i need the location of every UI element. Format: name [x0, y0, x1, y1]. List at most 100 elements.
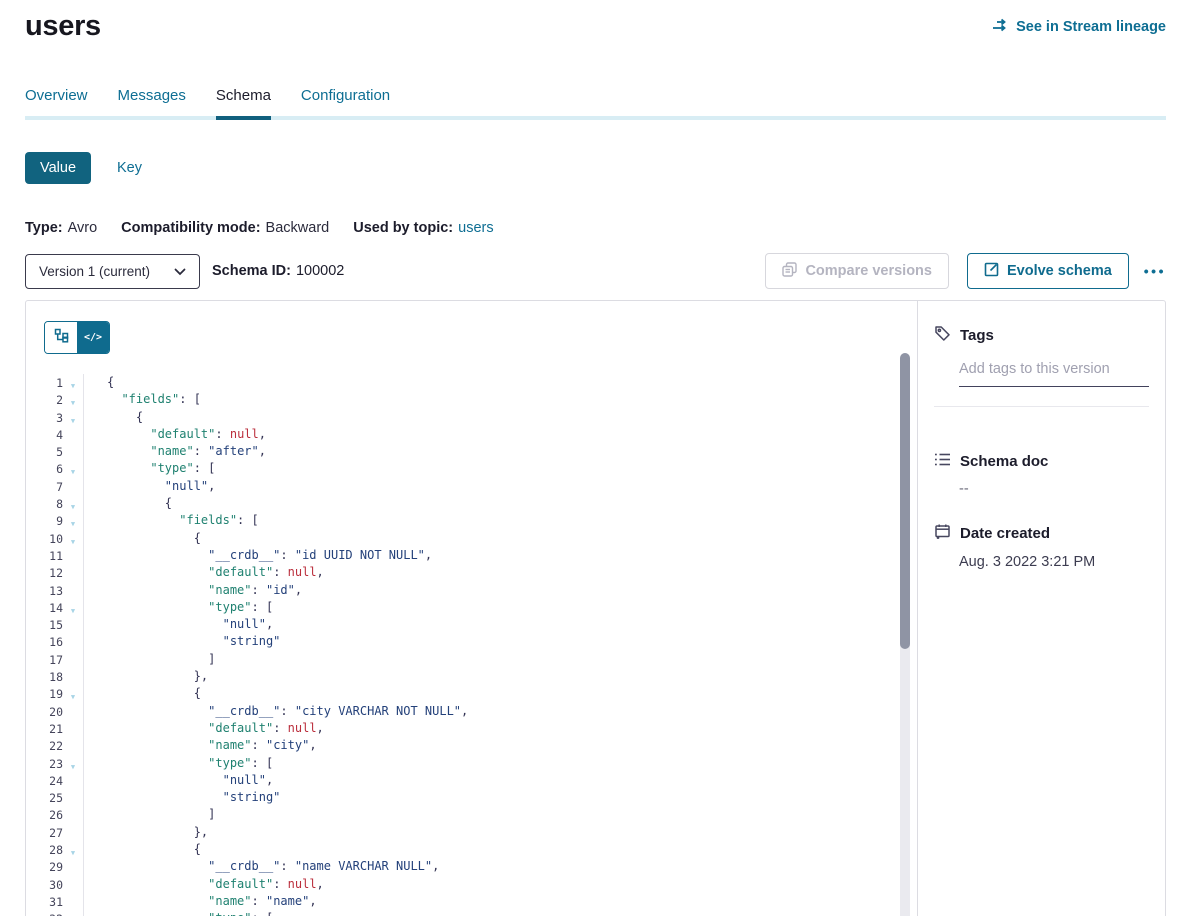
tags-heading: Tags	[960, 327, 994, 344]
code-text: },	[83, 668, 917, 685]
tags-section: Tags	[934, 325, 1149, 407]
code-text: {	[83, 530, 917, 547]
tags-input[interactable]	[959, 361, 1149, 387]
fold-arrow-icon[interactable]: ▼	[63, 391, 83, 408]
fold-arrow-icon[interactable]: ▼	[63, 841, 83, 858]
fold-arrow-icon[interactable]: ▼	[63, 530, 83, 547]
code-line: 14▼ "type": [	[26, 599, 917, 616]
code-text: {	[83, 374, 917, 391]
fold-gutter	[63, 789, 83, 806]
version-select[interactable]: Version 1 (current)	[25, 254, 200, 289]
line-number: 6	[26, 460, 63, 477]
fold-gutter	[63, 893, 83, 910]
fold-gutter	[63, 824, 83, 841]
tab-overview[interactable]: Overview	[25, 87, 88, 116]
fold-gutter	[63, 547, 83, 564]
code-text: "default": null,	[83, 564, 917, 581]
code-text: "name": "after",	[83, 443, 917, 460]
code-line: 23▼ "type": [	[26, 755, 917, 772]
type-value: Avro	[68, 220, 98, 236]
code-text: "name": "city",	[83, 737, 917, 754]
key-toggle-link[interactable]: Key	[117, 160, 142, 176]
compare-versions-label: Compare versions	[805, 263, 932, 279]
more-actions-button[interactable]: •••	[1144, 263, 1166, 279]
fold-gutter	[63, 668, 83, 685]
code-editor[interactable]: 1▼{2▼ "fields": [3▼ {4 "default": null,5…	[26, 374, 917, 916]
line-number: 29	[26, 858, 63, 875]
line-number: 2	[26, 391, 63, 408]
fold-gutter	[63, 876, 83, 893]
code-text: "fields": [	[83, 391, 917, 408]
tab-configuration[interactable]: Configuration	[301, 87, 390, 116]
schema-page: users See in Stream lineage Overview Mes…	[0, 10, 1189, 916]
compare-versions-icon	[782, 262, 797, 281]
fold-arrow-icon[interactable]: ▼	[63, 910, 83, 916]
tag-icon	[934, 325, 951, 346]
line-number: 26	[26, 806, 63, 823]
stream-lineage-label: See in Stream lineage	[1016, 19, 1166, 35]
date-created-section: Date created Aug. 3 2022 3:21 PM	[934, 523, 1149, 570]
stream-lineage-icon	[992, 18, 1009, 36]
compatibility-value: Backward	[266, 220, 330, 236]
stream-lineage-link[interactable]: See in Stream lineage	[992, 18, 1166, 36]
code-text: "fields": [	[83, 512, 917, 529]
fold-gutter	[63, 720, 83, 737]
schema-doc-value: --	[959, 481, 1149, 497]
fold-arrow-icon[interactable]: ▼	[63, 460, 83, 477]
code-line: 5 "name": "after",	[26, 443, 917, 460]
code-text: "__crdb__": "id UUID NOT NULL",	[83, 547, 917, 564]
line-number: 30	[26, 876, 63, 893]
fold-gutter	[63, 651, 83, 668]
line-number: 17	[26, 651, 63, 668]
value-toggle-button[interactable]: Value	[25, 152, 91, 184]
code-line: 4 "default": null,	[26, 426, 917, 443]
topic-link[interactable]: users	[458, 220, 493, 236]
tab-schema[interactable]: Schema	[216, 87, 271, 116]
line-number: 8	[26, 495, 63, 512]
version-select-value: Version 1 (current)	[39, 264, 150, 279]
fold-gutter	[63, 564, 83, 581]
line-number: 32	[26, 910, 63, 916]
code-view-button[interactable]: </>	[77, 322, 109, 353]
tab-messages[interactable]: Messages	[118, 87, 186, 116]
fold-arrow-icon[interactable]: ▼	[63, 599, 83, 616]
line-number: 22	[26, 737, 63, 754]
fold-arrow-icon[interactable]: ▼	[63, 755, 83, 772]
line-number: 15	[26, 616, 63, 633]
fold-arrow-icon[interactable]: ▼	[63, 495, 83, 512]
evolve-schema-button[interactable]: Evolve schema	[967, 253, 1129, 289]
date-created-value: Aug. 3 2022 3:21 PM	[959, 554, 1149, 570]
code-text: "null",	[83, 772, 917, 789]
tags-heading-row: Tags	[934, 325, 1149, 346]
used-by-topic-meta: Used by topic: users	[353, 220, 493, 236]
line-number: 25	[26, 789, 63, 806]
code-text: ]	[83, 651, 917, 668]
fold-arrow-icon[interactable]: ▼	[63, 409, 83, 426]
page-header: users See in Stream lineage	[25, 10, 1166, 43]
code-line: 27 },	[26, 824, 917, 841]
type-label: Type:	[25, 220, 63, 236]
code-scrollbar-thumb[interactable]	[900, 353, 910, 649]
type-meta: Type: Avro	[25, 220, 97, 236]
fold-gutter	[63, 478, 83, 495]
code-scrollbar[interactable]	[900, 353, 910, 916]
chevron-down-icon	[174, 264, 186, 279]
line-number: 31	[26, 893, 63, 910]
fold-arrow-icon[interactable]: ▼	[63, 512, 83, 529]
code-line: 6▼ "type": [	[26, 460, 917, 477]
details-sidebar: Tags Schema doc --	[917, 301, 1165, 916]
compare-versions-button[interactable]: Compare versions	[765, 253, 949, 289]
code-text: "__crdb__": "city VARCHAR NOT NULL",	[83, 703, 917, 720]
code-line: 1▼{	[26, 374, 917, 391]
tree-view-button[interactable]	[45, 322, 77, 353]
tab-bar: Overview Messages Schema Configuration	[25, 87, 1166, 120]
used-by-topic-label: Used by topic:	[353, 220, 453, 236]
code-text: "string"	[83, 789, 917, 806]
line-number: 9	[26, 512, 63, 529]
tree-view-icon	[54, 328, 69, 348]
fold-arrow-icon[interactable]: ▼	[63, 685, 83, 702]
evolve-schema-icon	[984, 262, 999, 281]
code-panel: </> 1▼{2▼ "fields": [3▼ {4 "default": nu…	[26, 301, 917, 916]
line-number: 5	[26, 443, 63, 460]
fold-arrow-icon[interactable]: ▼	[63, 374, 83, 391]
